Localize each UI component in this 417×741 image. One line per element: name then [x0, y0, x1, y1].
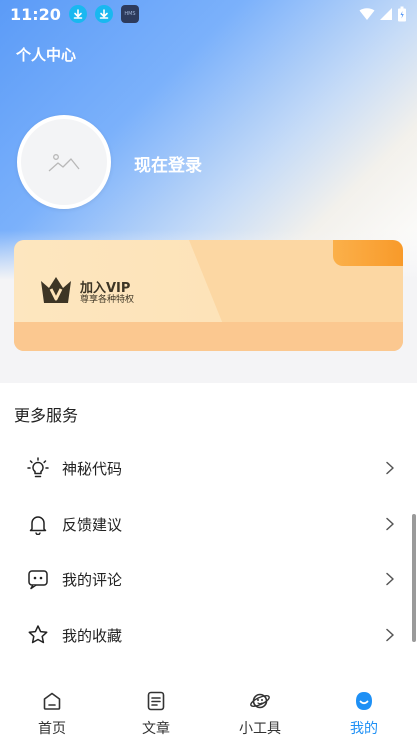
- service-item-label: 我的收藏: [62, 626, 123, 645]
- nav-item-tools[interactable]: 小工具: [208, 683, 312, 741]
- service-item-my-comments[interactable]: 我的评论: [0, 559, 417, 599]
- lightbulb-icon: [27, 457, 49, 478]
- chevron-right-icon: [386, 517, 394, 531]
- bell-icon: [29, 516, 47, 535]
- profile-icon: [356, 692, 372, 710]
- nav-label: 首页: [38, 721, 66, 737]
- services-title: 更多服务: [14, 406, 79, 425]
- nav-item-profile[interactable]: 我的: [312, 683, 416, 741]
- chevron-right-icon: [386, 461, 394, 475]
- battery-icon: [398, 6, 406, 22]
- bottom-nav: 首页 文章 小工具 我的: [0, 683, 417, 741]
- nav-label: 小工具: [239, 721, 281, 737]
- chevron-right-icon: [386, 572, 394, 586]
- chevron-right-icon: [386, 628, 394, 642]
- scrollbar[interactable]: [412, 514, 416, 642]
- status-bar: 11:20 HMS: [0, 0, 417, 28]
- page-title: 个人中心: [16, 46, 77, 64]
- signal-icon: [380, 8, 392, 20]
- avatar[interactable]: [17, 115, 111, 209]
- service-item-label: 反馈建议: [62, 515, 123, 534]
- planet-icon: [250, 693, 270, 709]
- nav-item-home[interactable]: 首页: [0, 683, 104, 741]
- star-icon: [28, 625, 48, 644]
- service-item-label: 神秘代码: [62, 459, 123, 478]
- download-icon: [68, 5, 87, 23]
- service-item-label: 我的评论: [62, 570, 123, 589]
- app-notification-icon: HMS: [120, 5, 139, 23]
- nav-label: 文章: [142, 721, 170, 737]
- nav-item-articles[interactable]: 文章: [104, 683, 208, 741]
- wifi-icon: [359, 8, 375, 20]
- vip-card-bottom: [14, 322, 403, 351]
- login-button[interactable]: 现在登录: [134, 151, 202, 176]
- services-section: 更多服务 神秘代码 反馈建议 我的评论 我的收藏: [0, 383, 417, 683]
- download-icon: [94, 5, 113, 23]
- service-item-favorites[interactable]: 我的收藏: [0, 615, 417, 655]
- service-item-secret-code[interactable]: 神秘代码: [0, 448, 417, 488]
- nav-label: 我的: [350, 721, 378, 737]
- comment-icon: [28, 570, 48, 590]
- service-item-feedback[interactable]: 反馈建议: [0, 504, 417, 544]
- article-icon: [147, 691, 165, 711]
- vip-subtitle: 尊享各种特权: [80, 295, 135, 305]
- crown-icon: [41, 277, 71, 303]
- home-icon: [43, 692, 61, 710]
- status-time: 11:20: [10, 4, 61, 24]
- vip-card-corner: [333, 240, 403, 266]
- image-placeholder-icon: [48, 154, 80, 172]
- vip-card[interactable]: 加入VIP 尊享各种特权: [14, 240, 403, 351]
